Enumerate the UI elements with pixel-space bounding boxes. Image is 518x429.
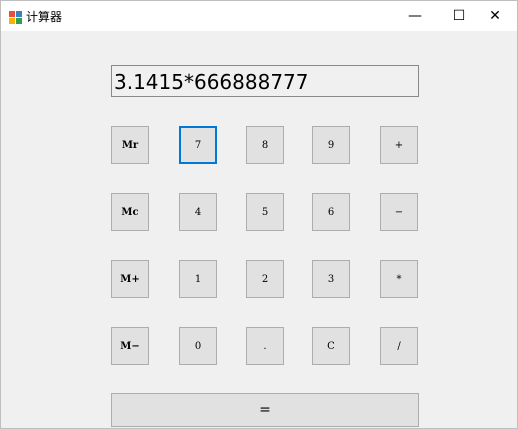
- digit-0-button[interactable]: 0: [179, 327, 217, 365]
- divide-button[interactable]: /: [380, 327, 418, 365]
- digit-1-button[interactable]: 1: [179, 260, 217, 298]
- memory-subtract-button[interactable]: M−: [111, 327, 149, 365]
- minimize-button[interactable]: —: [393, 1, 437, 31]
- close-icon: ✕: [489, 8, 501, 24]
- digit-7-button[interactable]: 7: [179, 126, 217, 164]
- close-button[interactable]: ✕: [473, 1, 517, 31]
- digit-3-button[interactable]: 3: [312, 260, 350, 298]
- digit-6-button[interactable]: 6: [312, 193, 350, 231]
- digit-8-button[interactable]: 8: [246, 126, 284, 164]
- decimal-point-button[interactable]: .: [246, 327, 284, 365]
- calculator-app-icon: [9, 9, 22, 24]
- window-title: 计算器: [26, 10, 63, 24]
- equals-button[interactable]: =: [111, 393, 419, 427]
- digit-2-button[interactable]: 2: [246, 260, 284, 298]
- clear-button[interactable]: C: [312, 327, 350, 365]
- digit-4-button[interactable]: 4: [179, 193, 217, 231]
- title-bar[interactable]: 计算器 — ☐ ✕: [1, 1, 517, 31]
- maximize-icon: ☐: [452, 8, 466, 24]
- memory-add-button[interactable]: M+: [111, 260, 149, 298]
- digit-5-button[interactable]: 5: [246, 193, 284, 231]
- minimize-icon: —: [408, 8, 422, 24]
- digit-9-button[interactable]: 9: [312, 126, 350, 164]
- display-field[interactable]: 3.1415*666888777: [111, 65, 419, 97]
- memory-recall-button[interactable]: Mr: [111, 126, 149, 164]
- multiply-button[interactable]: *: [380, 260, 418, 298]
- minus-button[interactable]: −: [380, 193, 418, 231]
- plus-button[interactable]: +: [380, 126, 418, 164]
- calculator-window: 计算器 — ☐ ✕ 3.1415*666888777 Mr 7 8 9 + Mc…: [0, 0, 518, 429]
- memory-clear-button[interactable]: Mc: [111, 193, 149, 231]
